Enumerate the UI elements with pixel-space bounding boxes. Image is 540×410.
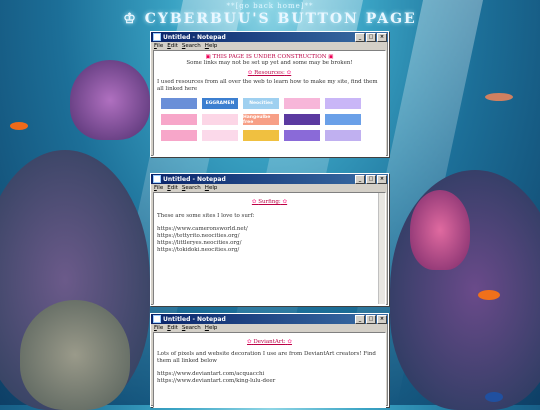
menu-bar: File Edit Search Help [151, 42, 388, 50]
site-link[interactable]: https://littleryes.neocities.org/ [157, 240, 382, 247]
notepad-icon [153, 33, 161, 41]
vertical-scrollbar[interactable] [378, 193, 385, 304]
section-heading-text: Resources: [254, 70, 285, 76]
sparkle-icon: ✿ [251, 199, 257, 205]
section-heading-text: Surfing: [258, 199, 281, 205]
close-button[interactable]: × [377, 32, 387, 42]
menu-edit[interactable]: Edit [167, 185, 178, 191]
page-title: ♔ CYBERBUU'S BUTTON PAGE [0, 11, 540, 27]
link-button-88x31[interactable]: Hangeulbe free [242, 113, 280, 126]
construction-subtext: Some links may not be set up yet and som… [186, 60, 353, 66]
window-titlebar[interactable]: Untitled - Notepad _ □ × [151, 174, 388, 184]
menu-file[interactable]: File [154, 185, 163, 191]
maximize-button[interactable]: □ [366, 314, 376, 324]
minimize-button[interactable]: _ [355, 174, 365, 184]
link-button-88x31[interactable] [324, 113, 362, 126]
link-button-88x31[interactable] [283, 97, 321, 110]
sparkle-icon: ✿ [287, 339, 292, 345]
menu-edit[interactable]: Edit [167, 43, 178, 49]
link-button-88x31[interactable] [242, 129, 280, 142]
close-button[interactable]: × [377, 174, 387, 184]
section-heading-resources: ✿ Resources: ✿ [157, 70, 382, 76]
link-button-88x31[interactable] [160, 113, 198, 126]
notepad-content: ✿ DeviantArt: ✿ Lots of pixels and websi… [153, 332, 386, 408]
notepad-window-surfing[interactable]: Untitled - Notepad _ □ × File Edit Searc… [150, 173, 389, 306]
window-title: Untitled - Notepad [163, 315, 226, 323]
sparkle-icon: ✿ [286, 70, 292, 76]
pink-coral [410, 190, 470, 270]
link-button-88x31[interactable]: EGGRAMEN [201, 97, 239, 110]
window-title: Untitled - Notepad [163, 33, 226, 41]
menu-bar: File Edit Search Help [151, 324, 388, 332]
link-button-88x31[interactable] [283, 113, 321, 126]
resources-description: I used resources from all over the web t… [157, 79, 378, 92]
go-back-home-link[interactable]: **[go back home]** [0, 2, 540, 10]
section-heading-text: DeviantArt: [253, 339, 286, 345]
deviantart-intro: Lots of pixels and website decoration I … [157, 351, 376, 364]
section-heading-deviantart: ✿ DeviantArt: ✿ [157, 339, 382, 345]
sparkle-icon: ✿ [282, 199, 288, 205]
fish [485, 93, 513, 101]
notepad-window-resources[interactable]: Untitled - Notepad _ □ × File Edit Searc… [150, 31, 389, 157]
menu-file[interactable]: File [154, 43, 163, 49]
notepad-icon [153, 175, 161, 183]
site-link[interactable]: https://tettyrito.neocities.org/ [157, 233, 382, 240]
deviantart-link[interactable]: https://www.deviantart.com/acquacchi [157, 371, 382, 378]
notepad-window-deviantart[interactable]: Untitled - Notepad _ □ × File Edit Searc… [150, 313, 389, 408]
menu-help[interactable]: Help [205, 185, 218, 191]
link-button-88x31[interactable] [160, 97, 198, 110]
clownfish [10, 122, 28, 130]
minimize-button[interactable]: _ [355, 314, 365, 324]
button-grid: EGGRAMEN Neocities Hangeulbe free [160, 97, 382, 142]
surfing-intro: These are some sites I love to surf: [157, 213, 255, 219]
link-button-88x31[interactable] [201, 113, 239, 126]
close-button[interactable]: × [377, 314, 387, 324]
page-header: **[go back home]** ♔ CYBERBUU'S BUTTON P… [0, 2, 540, 27]
link-button-88x31[interactable] [324, 129, 362, 142]
menu-file[interactable]: File [154, 325, 163, 331]
window-titlebar[interactable]: Untitled - Notepad _ □ × [151, 314, 388, 324]
menu-bar: File Edit Search Help [151, 184, 388, 192]
notepad-content: ▣ THIS PAGE IS UNDER CONSTRUCTION ▣ Some… [153, 50, 386, 156]
maximize-button[interactable]: □ [366, 32, 376, 42]
purple-coral [70, 60, 150, 140]
window-titlebar[interactable]: Untitled - Notepad _ □ × [151, 32, 388, 42]
maximize-button[interactable]: □ [366, 174, 376, 184]
page-title-text: CYBERBUU'S BUTTON PAGE [144, 11, 417, 27]
menu-search[interactable]: Search [182, 325, 201, 331]
sparkle-icon: ✿ [247, 70, 253, 76]
brain-coral [20, 300, 130, 410]
menu-edit[interactable]: Edit [167, 325, 178, 331]
notepad-icon [153, 315, 161, 323]
link-button-88x31[interactable] [324, 97, 362, 110]
site-link[interactable]: https://tokidoki.neocities.org/ [157, 247, 382, 254]
menu-search[interactable]: Search [182, 43, 201, 49]
sparkle-icon: ✿ [247, 339, 252, 345]
window-title: Untitled - Notepad [163, 175, 226, 183]
section-heading-surfing: ✿ Surfing: ✿ [157, 199, 382, 205]
deviantart-link[interactable]: https://www.deviantart.com/king-lulu-dee… [157, 378, 382, 385]
link-button-88x31[interactable] [201, 129, 239, 142]
link-button-88x31[interactable]: Neocities [242, 97, 280, 110]
menu-help[interactable]: Help [205, 325, 218, 331]
menu-search[interactable]: Search [182, 185, 201, 191]
notepad-content: ✿ Surfing: ✿ These are some sites I love… [153, 192, 386, 305]
clownfish [478, 290, 500, 300]
link-button-88x31[interactable] [283, 129, 321, 142]
site-link[interactable]: https://www.cameronsworld.net/ [157, 226, 382, 233]
menu-help[interactable]: Help [205, 43, 218, 49]
blue-fish [485, 392, 503, 402]
link-button-88x31[interactable] [160, 129, 198, 142]
crown-icon: ♔ [123, 11, 138, 27]
minimize-button[interactable]: _ [355, 32, 365, 42]
